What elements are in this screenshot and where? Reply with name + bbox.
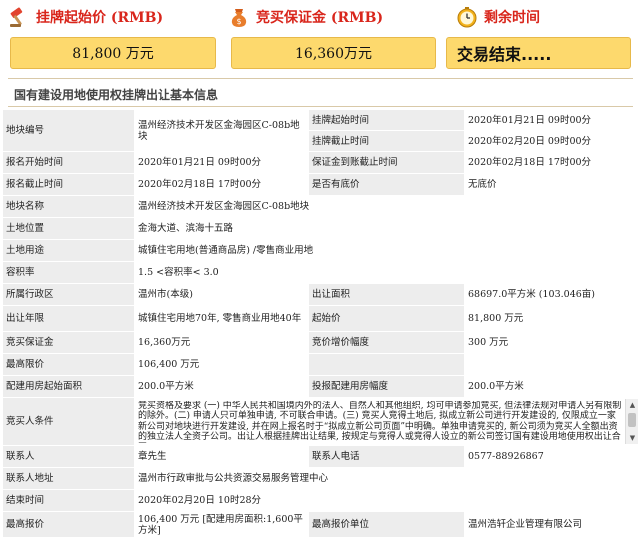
deposit-label: 竞买保证金 (RMB) — [256, 10, 384, 26]
row-value: 无底价 — [464, 173, 640, 196]
row-key: 最高报价 — [2, 511, 135, 538]
row-key: 竞买保证金 — [2, 331, 135, 354]
remaining-time-header: 剩余时间 — [456, 4, 540, 30]
row-value: 2020年02月20日 10时28分 — [134, 489, 640, 512]
remaining-time-label: 剩余时间 — [484, 10, 540, 26]
row-key: 是否有底价 — [308, 173, 465, 196]
start-price-value: 81,800 万元 — [10, 37, 216, 69]
scroll-up-icon[interactable]: ▲ — [626, 399, 639, 411]
table-row: 最高限价 106,400 万元 — [2, 353, 640, 376]
row-key: 最高限价 — [2, 353, 135, 376]
table-row: 土地位置 金海大道、滨海十五路 — [2, 217, 640, 240]
money-bag-icon: $ — [228, 6, 250, 28]
row-value: 2020年02月18日 17时00分 — [134, 173, 309, 196]
table-row: 配建用房起始面积 200.0平方米 投报配建用房幅度 200.0平方米 — [2, 375, 640, 398]
bidder-conditions-cell[interactable]: 竞买资格及要求 (一) 中华人民共和国境内外的法人、自然人和其他组织, 均可申请… — [134, 397, 640, 446]
row-value: 16,360万元 — [134, 331, 309, 354]
row-value: 城镇住宅用地70年, 零售商业用地40年 — [134, 305, 309, 332]
scroll-thumb[interactable] — [628, 413, 636, 427]
row-key: 保证金到账截止时间 — [308, 151, 465, 174]
start-price-header: 挂牌起始价 (RMB) — [8, 4, 163, 30]
empty-value-cell — [464, 353, 640, 376]
row-key: 地块名称 — [2, 195, 135, 218]
row-key: 出让面积 — [308, 283, 465, 306]
section-title: 国有建设用地使用权挂牌出让基本信息 — [14, 88, 219, 102]
table-row: 联系人 章先生 联系人电话 0577-88926867 — [2, 445, 640, 468]
table-row: 竞买人条件 竞买资格及要求 (一) 中华人民共和国境内外的法人、自然人和其他组织… — [2, 397, 640, 446]
scroll-down-icon[interactable]: ▼ — [626, 432, 639, 444]
row-value: 温州市(本级) — [134, 283, 309, 306]
deposit-header: $ 竞买保证金 (RMB) — [228, 4, 383, 30]
row-value: 106,400 万元 — [134, 353, 309, 376]
row-key: 配建用房起始面积 — [2, 375, 135, 398]
vertical-scrollbar[interactable]: ▲ ▼ — [625, 399, 638, 444]
row-key: 所属行政区 — [2, 283, 135, 306]
row-key: 报名开始时间 — [2, 151, 135, 174]
table-row: 报名截止时间 2020年02月18日 17时00分 是否有底价 无底价 — [2, 173, 640, 196]
row-value: 200.0平方米 — [134, 375, 309, 398]
row-key: 最高报价单位 — [308, 511, 465, 538]
table-row: 容积率 1.5 <容积率< 3.0 — [2, 261, 640, 284]
svg-text:$: $ — [236, 17, 241, 26]
row-value: 金海大道、滨海十五路 — [134, 217, 640, 240]
row-key: 容积率 — [2, 261, 135, 284]
row-key: 出让年限 — [2, 305, 135, 332]
row-value: 2020年02月20日 09时00分 — [464, 130, 640, 152]
hammer-icon — [8, 6, 30, 28]
row-value: 106,400 万元 [配建用房面积:1,600平方米] — [134, 511, 309, 538]
empty-key-cell — [308, 353, 465, 376]
start-price-label: 挂牌起始价 (RMB) — [36, 10, 164, 26]
row-key: 竞价增价幅度 — [308, 331, 465, 354]
divider — [8, 78, 633, 79]
row-value: 2020年01月21日 09时00分 — [464, 109, 640, 131]
row-value: 68697.0平方米 (103.046亩) — [464, 283, 640, 306]
row-key: 报名截止时间 — [2, 173, 135, 196]
table-row: 结束时间 2020年02月20日 10时28分 — [2, 489, 640, 512]
table-row: 地块编号 温州经济技术开发区金海园区C-08b地块 挂牌起始时间 2020年01… — [2, 109, 640, 152]
table-row: 出让年限 城镇住宅用地70年, 零售商业用地40年 起始价 81,800 万元 — [2, 305, 640, 332]
remaining-time-value: 交易结束..... — [446, 37, 631, 69]
row-key: 竞买人条件 — [2, 397, 135, 446]
row-key: 起始价 — [308, 305, 465, 332]
row-value: 温州经济技术开发区金海园区C-08b地块 — [134, 195, 640, 218]
table-row: 联系人地址 温州市行政审批与公共资源交易服务管理中心 — [2, 467, 640, 490]
row-value: 1.5 <容积率< 3.0 — [134, 261, 640, 284]
row-key: 土地位置 — [2, 217, 135, 240]
row-value: 温州市行政审批与公共资源交易服务管理中心 — [134, 467, 640, 490]
row-value: 81,800 万元 — [464, 305, 640, 332]
row-value: 2020年01月21日 09时00分 — [134, 151, 309, 174]
bidder-conditions-text: 竞买资格及要求 (一) 中华人民共和国境内外的法人、自然人和其他组织, 均可申请… — [138, 400, 622, 443]
row-value: 0577-88926867 — [464, 445, 640, 468]
table-row: 竞买保证金 16,360万元 竞价增价幅度 300 万元 — [2, 331, 640, 354]
table-row: 报名开始时间 2020年01月21日 09时00分 保证金到账截止时间 2020… — [2, 151, 640, 174]
row-value: 300 万元 — [464, 331, 640, 354]
clock-icon — [456, 6, 478, 28]
row-key: 联系人 — [2, 445, 135, 468]
row-value: 城镇住宅用地(普通商品房) /零售商业用地 — [134, 239, 640, 262]
row-value: 温州经济技术开发区金海园区C-08b地块 — [134, 109, 309, 152]
row-key: 结束时间 — [2, 489, 135, 512]
row-key: 地块编号 — [2, 109, 135, 152]
row-key: 投报配建用房幅度 — [308, 375, 465, 398]
table-row: 所属行政区 温州市(本级) 出让面积 68697.0平方米 (103.046亩) — [2, 283, 640, 306]
row-key: 土地用途 — [2, 239, 135, 262]
table-row: 最高报价 106,400 万元 [配建用房面积:1,600平方米] 最高报价单位… — [2, 511, 640, 538]
table-row: 地块名称 温州经济技术开发区金海园区C-08b地块 — [2, 195, 640, 218]
row-key: 挂牌截止时间 — [308, 130, 465, 152]
row-value: 200.0平方米 — [464, 375, 640, 398]
row-key: 联系人电话 — [308, 445, 465, 468]
row-key: 挂牌起始时间 — [308, 109, 465, 131]
row-value: 章先生 — [134, 445, 309, 468]
table-row: 土地用途 城镇住宅用地(普通商品房) /零售商业用地 — [2, 239, 640, 262]
divider — [8, 106, 633, 107]
row-value: 2020年02月18日 17时00分 — [464, 151, 640, 174]
row-value: 温州浩轩企业管理有限公司 — [464, 511, 640, 538]
summary-panel: 挂牌起始价 (RMB) 81,800 万元 $ 竞买保证金 (RMB) 16,3… — [0, 0, 641, 78]
deposit-value: 16,360万元 — [231, 37, 436, 69]
row-key: 联系人地址 — [2, 467, 135, 490]
land-info-table: 地块编号 温州经济技术开发区金海园区C-08b地块 挂牌起始时间 2020年01… — [2, 109, 640, 538]
